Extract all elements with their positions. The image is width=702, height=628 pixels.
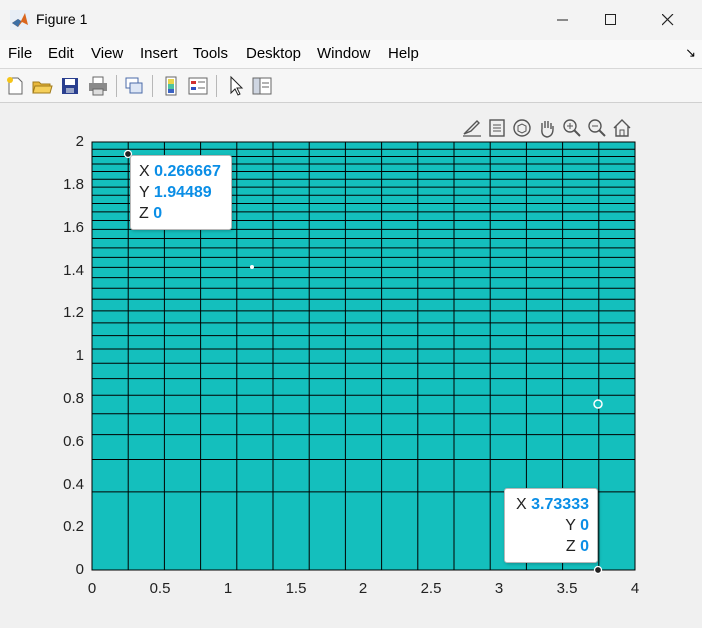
x-tick-label: 3 [494,580,504,597]
menu-tools[interactable]: Tools [193,45,228,62]
datatip-row-x: X 3.73333 [516,496,589,513]
menu-window[interactable]: Window [317,45,370,62]
datatip-row-y: Y 0 [565,517,589,534]
colorbar-icon[interactable] [160,75,182,97]
edit-plot-icon[interactable] [225,75,247,97]
x-tick-label: 2.5 [420,580,442,597]
x-tick-label: 3.5 [556,580,578,597]
matlab-logo-icon [10,10,30,30]
x-tick-label: 2 [358,580,368,597]
close-button[interactable] [645,0,691,40]
menu-help[interactable]: Help [388,45,419,62]
toolbar-separator [216,75,217,97]
datatip-anchor [593,399,603,409]
x-tick-label: 4 [630,580,640,597]
minimize-button[interactable] [540,0,586,40]
minimize-icon [557,19,568,21]
dock-arrow-icon[interactable]: ↘ [685,45,696,61]
link-plot-icon[interactable] [123,75,145,97]
y-tick-label: 0.4 [63,476,84,493]
menu-view[interactable]: View [91,45,123,62]
y-tick-label: 2 [75,133,84,150]
datatip-row-y: Y 1.94489 [139,184,212,201]
title-bar: Figure 1 [0,0,702,40]
new-figure-icon[interactable] [4,75,26,97]
save-icon[interactable] [59,75,81,97]
y-tick-label: 0 [75,561,84,578]
property-inspector-icon[interactable] [251,75,273,97]
x-tick-label: 0.5 [149,580,171,597]
cursor-point [250,265,254,269]
y-tick-label: 1 [75,347,84,364]
menu-insert[interactable]: Insert [140,45,178,62]
figure-toolbar [0,68,702,103]
y-tick-label: 1.6 [63,219,84,236]
menu-file[interactable]: File [8,45,32,62]
y-tick-label: 0.6 [63,433,84,450]
toolbar-separator [152,75,153,97]
close-icon [662,14,674,26]
datatip-marker[interactable] [593,565,603,575]
menu-bar: File Edit View Insert Tools Desktop Wind… [0,40,702,68]
x-tick-label: 1 [223,580,233,597]
datatip-box[interactable]: X 3.73333 Y 0 Z 0 [504,488,598,563]
y-tick-label: 0.2 [63,518,84,535]
window-title: Figure 1 [36,11,88,27]
menu-edit[interactable]: Edit [48,45,74,62]
x-tick-label: 1.5 [285,580,307,597]
y-tick-label: 1.8 [63,176,84,193]
datatip-box[interactable]: X 0.266667 Y 1.94489 Z 0 [130,155,232,230]
x-tick-label: 0 [87,580,97,597]
y-tick-label: 0.8 [63,390,84,407]
y-tick-label: 1.4 [63,262,84,279]
maximize-icon [605,14,616,25]
datatip-row-z: Z 0 [139,205,163,222]
datatip-row-x: X 0.266667 [139,163,221,180]
print-icon[interactable] [87,75,109,97]
datatip-row-z: Z 0 [565,538,589,555]
open-file-icon[interactable] [31,75,53,97]
legend-icon[interactable] [187,75,209,97]
menu-desktop[interactable]: Desktop [246,45,301,62]
toolbar-separator [116,75,117,97]
y-tick-label: 1.2 [63,304,84,321]
maximize-button[interactable] [588,0,634,40]
